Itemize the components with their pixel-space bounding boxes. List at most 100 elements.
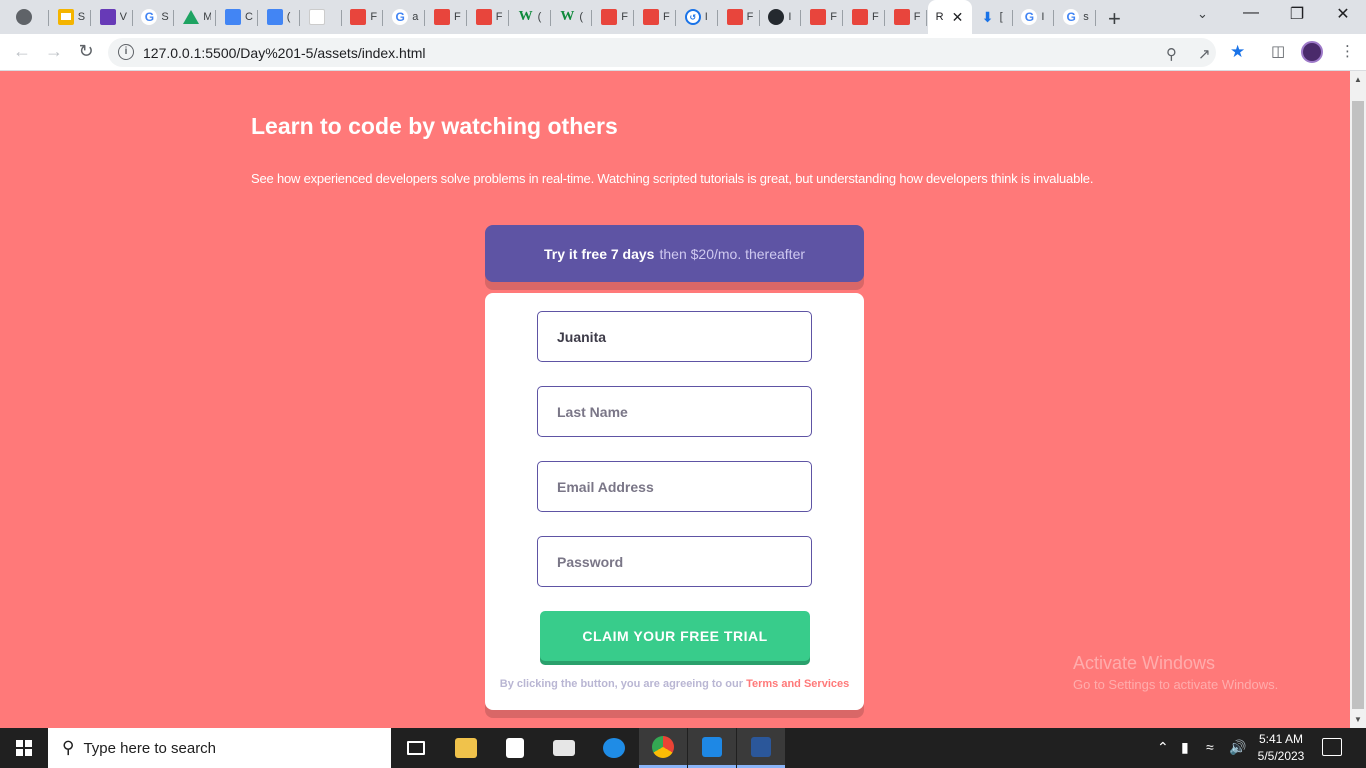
browser-tab[interactable]: F — [468, 4, 509, 30]
chrome-icon[interactable] — [639, 728, 687, 768]
share-icon[interactable]: ↗ — [1198, 45, 1211, 63]
claim-trial-button[interactable]: CLAIM YOUR FREE TRIAL — [540, 611, 810, 661]
browser-tab[interactable]: F — [635, 4, 676, 30]
tab-label: S — [161, 11, 169, 23]
browser-tab[interactable]: I — [760, 4, 802, 30]
frontend-mentor-icon — [643, 9, 659, 25]
site-info-icon[interactable]: i — [118, 44, 134, 60]
store-icon[interactable] — [491, 728, 539, 768]
promo-banner: Try it free 7 days then $20/mo. thereaft… — [485, 225, 864, 282]
download-icon: ⬇ — [981, 8, 994, 25]
clock-time: 5:41 AM — [1258, 732, 1304, 746]
reload-icon[interactable]: ↻ — [74, 41, 98, 62]
side-panel-icon[interactable]: ◫ — [1271, 42, 1285, 60]
email-field[interactable] — [537, 461, 812, 512]
browser-tab[interactable]: Gs — [1055, 4, 1097, 30]
browser-tab[interactable]: F — [844, 4, 885, 30]
address-bar[interactable]: i 127.0.0.1:5500/Day%201-5/assets/index.… — [108, 38, 1245, 67]
close-tab-icon[interactable]: ✕ — [952, 9, 964, 26]
browser-tab[interactable]: V — [92, 4, 133, 30]
tab-label: M — [203, 11, 212, 23]
search-icon: ⚲ — [62, 738, 75, 757]
start-button[interactable] — [0, 728, 48, 768]
page-description: See how experienced developers solve pro… — [251, 171, 1094, 186]
tab-label: F — [621, 11, 628, 23]
browser-tab[interactable]: F — [593, 4, 635, 30]
password-field[interactable] — [537, 536, 812, 587]
blank-page-icon — [308, 9, 325, 25]
page-viewport: Learn to code by watching others See how… — [0, 71, 1350, 728]
terms-prefix: By clicking the button, you are agreeing… — [499, 678, 744, 690]
vscode-icon[interactable] — [688, 728, 736, 768]
url-text[interactable]: 127.0.0.1:5500/Day%201-5/assets/index.ht… — [143, 45, 426, 61]
browser-toolbar: ← → ↻ i 127.0.0.1:5500/Day%201-5/assets/… — [0, 34, 1366, 71]
frontend-mentor-icon — [350, 9, 367, 25]
show-hidden-icons-chevron-icon[interactable]: ⌃ — [1157, 739, 1169, 756]
browser-tab[interactable]: W( — [551, 4, 593, 30]
activate-windows-subtitle: Go to Settings to activate Windows. — [1073, 677, 1279, 692]
scroll-thumb[interactable] — [1352, 101, 1364, 709]
first-name-field[interactable] — [537, 311, 812, 362]
close-window-icon[interactable]: ✕ — [1320, 4, 1366, 24]
scroll-up-arrow-icon[interactable]: ▲ — [1354, 75, 1362, 84]
tab-label: V — [119, 11, 127, 23]
mail-icon[interactable] — [540, 728, 588, 768]
tab-label: ( — [579, 11, 584, 23]
browser-tab[interactable]: F — [342, 4, 384, 30]
frontend-mentor-icon — [893, 9, 910, 25]
browser-tab[interactable]: ↺ I — [677, 4, 718, 30]
browser-tab[interactable]: M — [175, 4, 217, 30]
terms-link[interactable]: Terms and Services — [746, 678, 849, 690]
browser-tab[interactable]: F — [426, 4, 467, 30]
tab-label: ( — [286, 11, 291, 23]
taskbar-search-box[interactable]: ⚲ Type here to search — [48, 728, 391, 768]
word-icon[interactable] — [737, 728, 785, 768]
tab-label: F — [830, 11, 837, 23]
drive-icon — [183, 10, 200, 24]
browser-tab[interactable]: F — [886, 4, 927, 30]
task-view-icon[interactable] — [392, 728, 440, 768]
page-scrollbar[interactable]: ▲ ▼ — [1350, 71, 1366, 728]
browser-tab[interactable]: F — [719, 4, 760, 30]
profile-avatar[interactable] — [1301, 41, 1323, 63]
zoom-icon[interactable]: ⚲ — [1166, 45, 1177, 63]
restore-icon[interactable]: ❐ — [1274, 4, 1320, 24]
google-icon: G — [392, 9, 409, 25]
tab-active[interactable]: R ✕ — [927, 0, 972, 34]
browser-tab[interactable]: Ga — [384, 4, 426, 30]
wifi-icon[interactable]: ≈ — [1206, 739, 1214, 755]
browser-tab[interactable]: ( — [259, 4, 300, 30]
browser-tab[interactable]: F — [802, 4, 844, 30]
new-tab-button[interactable]: + — [1108, 6, 1121, 32]
notification-center-icon[interactable] — [1322, 738, 1342, 756]
google-icon: G — [1021, 9, 1038, 25]
last-name-field[interactable] — [537, 386, 812, 437]
menu-kebab-icon[interactable]: ⋮ — [1340, 42, 1355, 60]
tab-label: C — [245, 11, 253, 23]
w-icon: W — [560, 9, 575, 24]
browser-tab[interactable]: GI — [1013, 4, 1055, 30]
page-title: Learn to code by watching others — [251, 113, 618, 139]
browser-tab[interactable] — [301, 4, 342, 30]
tab-label: I — [788, 11, 792, 23]
file-explorer-icon[interactable] — [442, 728, 490, 768]
browser-tab[interactable]: ⬇[ — [972, 4, 1013, 30]
forward-arrow-icon[interactable]: → — [42, 41, 66, 62]
browser-tab[interactable]: C — [217, 4, 258, 30]
back-arrow-icon[interactable]: ← — [10, 41, 34, 62]
scroll-down-arrow-icon[interactable]: ▼ — [1354, 715, 1362, 724]
browser-tab[interactable] — [8, 4, 49, 30]
minimize-icon[interactable]: — — [1228, 4, 1274, 22]
clock[interactable]: 5:41 AM 5/5/2023 — [1253, 731, 1309, 765]
battery-icon[interactable]: ▮ — [1181, 739, 1189, 756]
windows-taskbar: ⚲ Type here to search ⌃ ▮ ≈ 🔊 5:41 AM 5/… — [0, 728, 1366, 768]
browser-tab[interactable]: W( — [510, 4, 551, 30]
tab-label: I — [704, 11, 708, 23]
edge-icon[interactable] — [590, 728, 638, 768]
tab-search-chevron-icon[interactable]: ⌄ — [1197, 6, 1208, 22]
volume-icon[interactable]: 🔊 — [1229, 739, 1246, 756]
tab-label: F — [370, 11, 378, 23]
browser-tab[interactable]: S — [50, 4, 91, 30]
browser-tab[interactable]: GS — [133, 4, 175, 30]
bookmark-star-icon[interactable]: ★ — [1230, 42, 1245, 62]
